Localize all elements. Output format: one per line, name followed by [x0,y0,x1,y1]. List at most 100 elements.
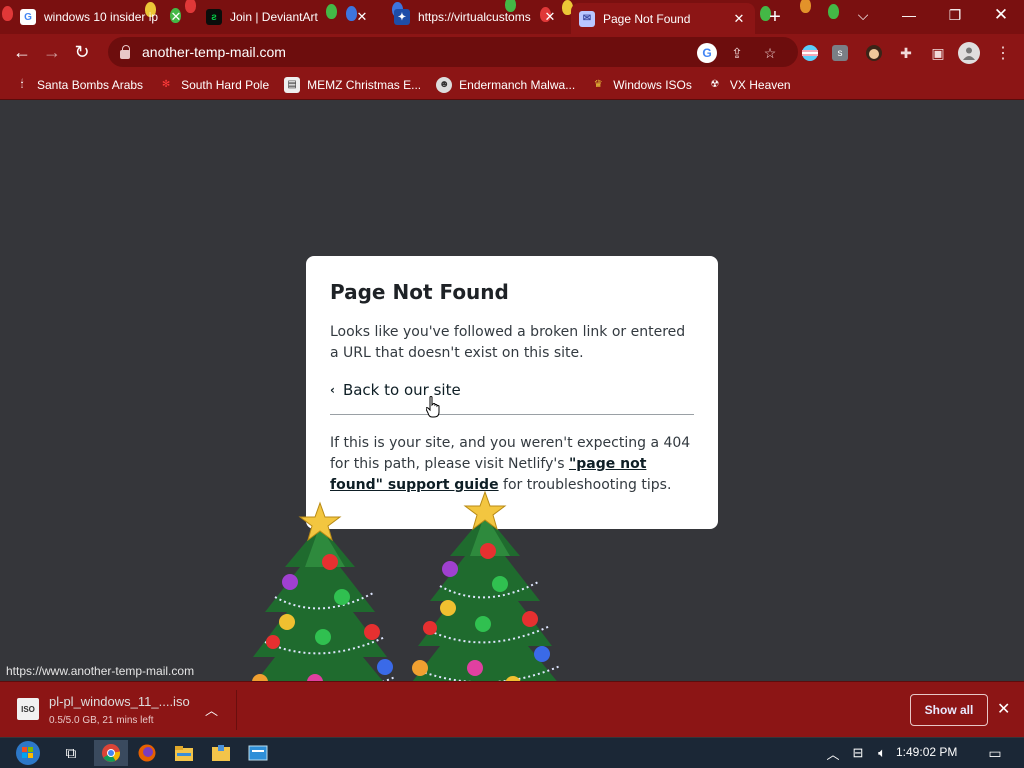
network-icon[interactable]: ⊟ [846,740,870,766]
plus-icon: + [769,5,781,28]
reload-button[interactable]: ↻ [67,37,97,67]
bookmark-label: South Hard Pole [181,77,270,92]
taskbar-firefox[interactable] [130,740,164,766]
flag-icon [802,45,818,61]
bookmark-endermanch-malware[interactable]: ☻ Endermanch Malwa... [436,76,576,93]
tab-virtualcustoms[interactable]: ✦ https://virtualcustoms ✕ [386,3,566,31]
back-button[interactable]: ← [7,37,37,67]
side-panel-icon[interactable]: ▣ [928,43,948,63]
volume-icon[interactable]: 🔈︎ [870,740,894,766]
back-link-label: Back to our site [342,381,461,399]
snowflake-icon: ✻ [161,79,171,90]
address-bar[interactable]: another-temp-mail.com [108,37,798,67]
bookmark-windows-isos[interactable]: ♛ Windows ISOs [590,77,692,93]
page-title: Page Not Found [330,280,509,304]
bookmark-label: Endermanch Malwa... [459,77,576,92]
bookmark-vx-heaven[interactable]: ☢ VX Heaven [707,77,791,93]
show-all-button[interactable]: Show all [910,694,988,726]
avatar-extension-icon[interactable] [864,43,884,63]
download-bar: ISO pl-pl_windows_11_....iso 0.5/5.0 GB,… [0,681,1024,737]
tab-google-search[interactable]: G windows 10 insider ip ✕ [12,3,192,31]
bookmark-label: VX Heaven [729,77,791,92]
arrow-left-icon: ← [13,41,31,62]
google-lens-icon[interactable]: G [697,43,717,63]
close-tab-icon[interactable]: ✕ [542,9,558,25]
google-icon: G [20,9,36,25]
memz-icon: ▤ [284,76,301,93]
taskbar-folder-app[interactable] [204,740,238,766]
bookmark-label: Windows ISOs [613,77,692,92]
url-text: another-temp-mail.com [142,44,286,60]
restore-icon: ❐ [948,6,962,23]
start-button[interactable] [10,740,46,766]
windows-iso-icon: ♛ [593,79,603,90]
bookmark-star-icon[interactable]: ☆ [760,43,780,63]
tab-deviantart[interactable]: ƨ Join | DeviantArt ✕ [198,3,378,31]
santa-icon: 🕯 [20,79,24,90]
windows-taskbar: ⧉ ︿ ⊟ 🔈︎ 1:49:02 PM ▭ [0,738,1024,768]
taskbar-clock[interactable]: 1:49:02 PM [896,745,957,759]
new-tab-button[interactable]: + [760,3,790,31]
close-tab-icon[interactable]: ✕ [168,9,184,25]
folder-icon [175,746,193,761]
browser-window: G windows 10 insider ip ✕ ƨ Join | Devia… [0,0,1024,768]
taskbar-file-explorer[interactable] [167,740,201,766]
person-icon [963,47,975,60]
back-to-site-link[interactable]: ‹ Back to our site [330,381,694,399]
bookmark-memz-christmas[interactable]: ▤ MEMZ Christmas E... [284,76,422,93]
bookmark-south-hard-pole[interactable]: ✻ South Hard Pole [158,77,269,93]
tab-strip: G windows 10 insider ip ✕ ƨ Join | Devia… [0,0,1024,34]
mail-icon: ✉ [579,10,595,27]
chrome-icon [102,744,120,762]
task-view-icon: ⧉ [65,744,77,762]
divider [236,690,237,730]
minimize-button[interactable]: — [886,0,932,30]
reload-icon: ↻ [74,41,90,62]
download-filename[interactable]: pl-pl_windows_11_....iso [49,694,190,709]
trans-flag-extension-icon[interactable] [800,43,820,63]
firefox-icon [138,744,156,762]
bookmark-santa-bombs-arabs[interactable]: 🕯 Santa Bombs Arabs [14,77,143,93]
share-icon[interactable]: ⇪ [727,43,747,63]
iso-file-icon: ISO [17,698,39,720]
tab-title: Join | DeviantArt [230,10,318,24]
hand-cursor-icon [426,396,440,418]
arrow-right-icon: → [43,41,61,62]
chevron-up-icon[interactable]: ︿ [205,700,218,719]
taskbar-chrome[interactable] [94,740,128,766]
chevron-left-icon: ‹ [330,383,335,397]
tab-search-button[interactable]: ⌵ [840,0,886,30]
archive-folder-icon [212,745,230,761]
link-status-bubble: https://www.another-temp-mail.com [0,661,201,681]
bookmark-label: MEMZ Christmas E... [307,77,422,92]
close-window-button[interactable]: ✕ [978,0,1024,30]
windows-orb-icon [16,741,40,765]
action-center-icon[interactable]: ▭ [978,740,1012,766]
deviantart-icon: ƨ [206,9,222,25]
divider [330,414,694,415]
app-window-icon [248,745,268,761]
menu-kebab-icon[interactable]: ⋮ [993,43,1013,63]
s-extension-icon[interactable]: s [832,45,848,61]
close-tab-icon[interactable]: ✕ [731,11,747,27]
show-hidden-icons[interactable]: ︿ [822,740,844,766]
download-progress-text: 0.5/5.0 GB, 21 mins left [49,715,154,726]
forward-button[interactable]: → [37,37,67,67]
minimize-icon: — [902,7,916,23]
tab-page-not-found[interactable]: ✉ Page Not Found ✕ [571,3,755,34]
extensions-puzzle-icon[interactable]: ✚ [896,43,916,63]
close-tab-icon[interactable]: ✕ [354,9,370,25]
task-view-button[interactable]: ⧉ [54,740,88,766]
chevron-up-icon: ︿ [826,746,840,762]
taskbar-app[interactable] [241,740,275,766]
virtualcustoms-icon: ✦ [394,9,410,25]
profile-avatar[interactable] [958,42,980,64]
tab-title: Page Not Found [603,11,691,26]
error-description: Looks like you've followed a broken link… [330,324,686,361]
tab-title: windows 10 insider ip [44,10,159,24]
close-download-bar-icon[interactable]: ✕ [997,699,1010,719]
bookmarks-bar: 🕯 Santa Bombs Arabs ✻ South Hard Pole ▤ … [0,70,1024,100]
restore-button[interactable]: ❐ [932,0,978,30]
lock-icon [120,44,130,59]
face-icon [866,45,882,61]
